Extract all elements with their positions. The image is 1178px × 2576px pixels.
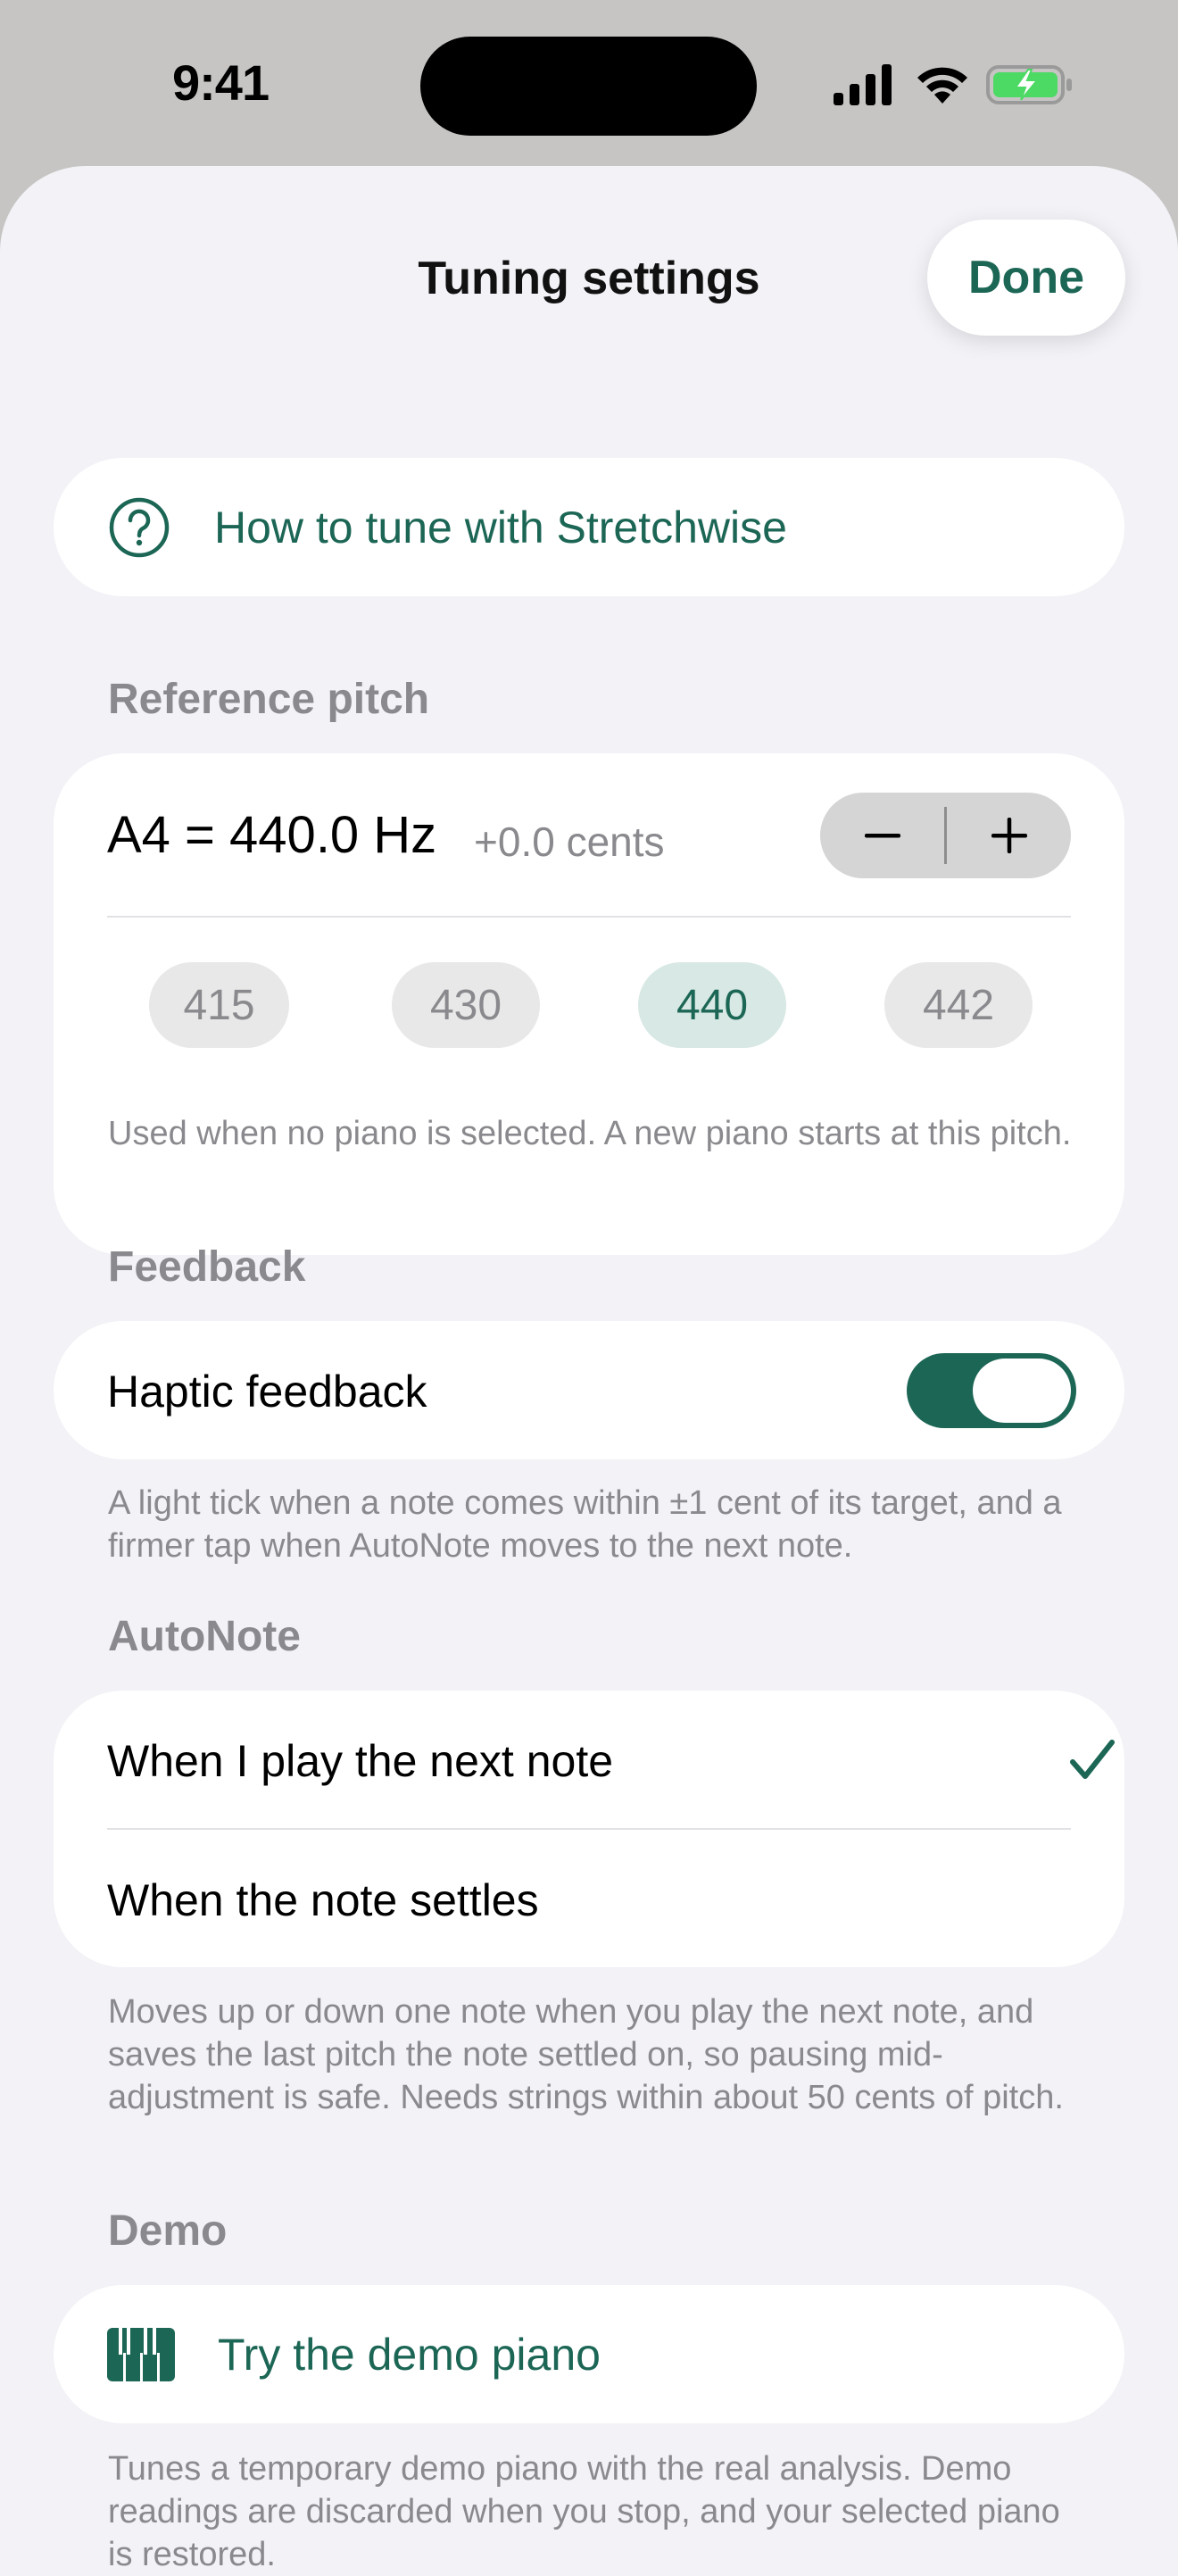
checkmark-icon (1070, 1740, 1115, 1779)
preset-chip-415[interactable]: 415 (149, 962, 289, 1048)
haptic-feedback-label: Haptic feedback (107, 1367, 427, 1417)
status-bar: 9:41 (0, 0, 1178, 170)
battery-charging-icon (986, 65, 1072, 104)
autonote-option-label: When I play the next note (107, 1736, 614, 1786)
preset-chip-442[interactable]: 442 (884, 962, 1033, 1048)
pitch-cents-label: +0.0 cents (474, 819, 665, 865)
preset-chip-430[interactable]: 430 (392, 962, 540, 1048)
help-link-label: How to tune with Stretchwise (214, 502, 787, 553)
pitch-value-label: A4 = 440.0 Hz (107, 806, 437, 864)
demo-piano-label: Try the demo piano (218, 2329, 601, 2380)
wifi-icon (917, 67, 967, 104)
plus-icon (991, 818, 1027, 853)
autonote-option-settles[interactable]: When the note settles (54, 1830, 1124, 1967)
help-link-card[interactable]: How to tune with Stretchwise (54, 458, 1124, 596)
reference-pitch-header: Reference pitch (108, 676, 430, 723)
autonote-option-next-note[interactable]: When I play the next note (54, 1691, 1124, 1829)
cellular-signal-icon (834, 64, 892, 105)
reference-pitch-card: A4 = 440.0 Hz +0.0 cents 415 430 440 442 (54, 753, 1124, 1255)
reference-pitch-footnote: Used when no piano is selected. A new pi… (108, 1115, 1072, 1152)
demo-header: Demo (108, 2207, 228, 2255)
preset-chip-440[interactable]: 440 (638, 962, 786, 1048)
haptic-feedback-card: Haptic feedback (54, 1321, 1124, 1459)
feedback-footnote: A light tick when a note comes within ±1… (108, 1484, 1062, 1565)
demo-footnote: Tunes a temporary demo piano with the re… (108, 2450, 1060, 2573)
autonote-header: AutoNote (108, 1613, 301, 1660)
piano-keys-icon (107, 2327, 175, 2381)
question-circle-icon (109, 497, 170, 557)
toggle-knob (973, 1359, 1071, 1423)
pitch-increment-button[interactable] (947, 793, 1071, 878)
done-button[interactable]: Done (927, 220, 1125, 336)
autonote-footnote: Moves up or down one note when you play … (108, 1993, 1064, 2116)
status-time: 9:41 (172, 54, 270, 111)
feedback-header: Feedback (108, 1243, 306, 1291)
autonote-card: When I play the next note When the note … (54, 1691, 1124, 1967)
minus-icon (864, 834, 900, 838)
pitch-stepper[interactable] (820, 793, 1071, 878)
dynamic-island (420, 37, 757, 136)
pitch-divider (107, 916, 1071, 918)
settings-sheet: Tuning settings Done How to tune with St… (0, 166, 1178, 2576)
haptic-feedback-toggle[interactable] (907, 1353, 1076, 1428)
demo-piano-card[interactable]: Try the demo piano (54, 2285, 1124, 2423)
pitch-decrement-button[interactable] (820, 793, 944, 878)
autonote-option-label: When the note settles (107, 1875, 539, 1925)
